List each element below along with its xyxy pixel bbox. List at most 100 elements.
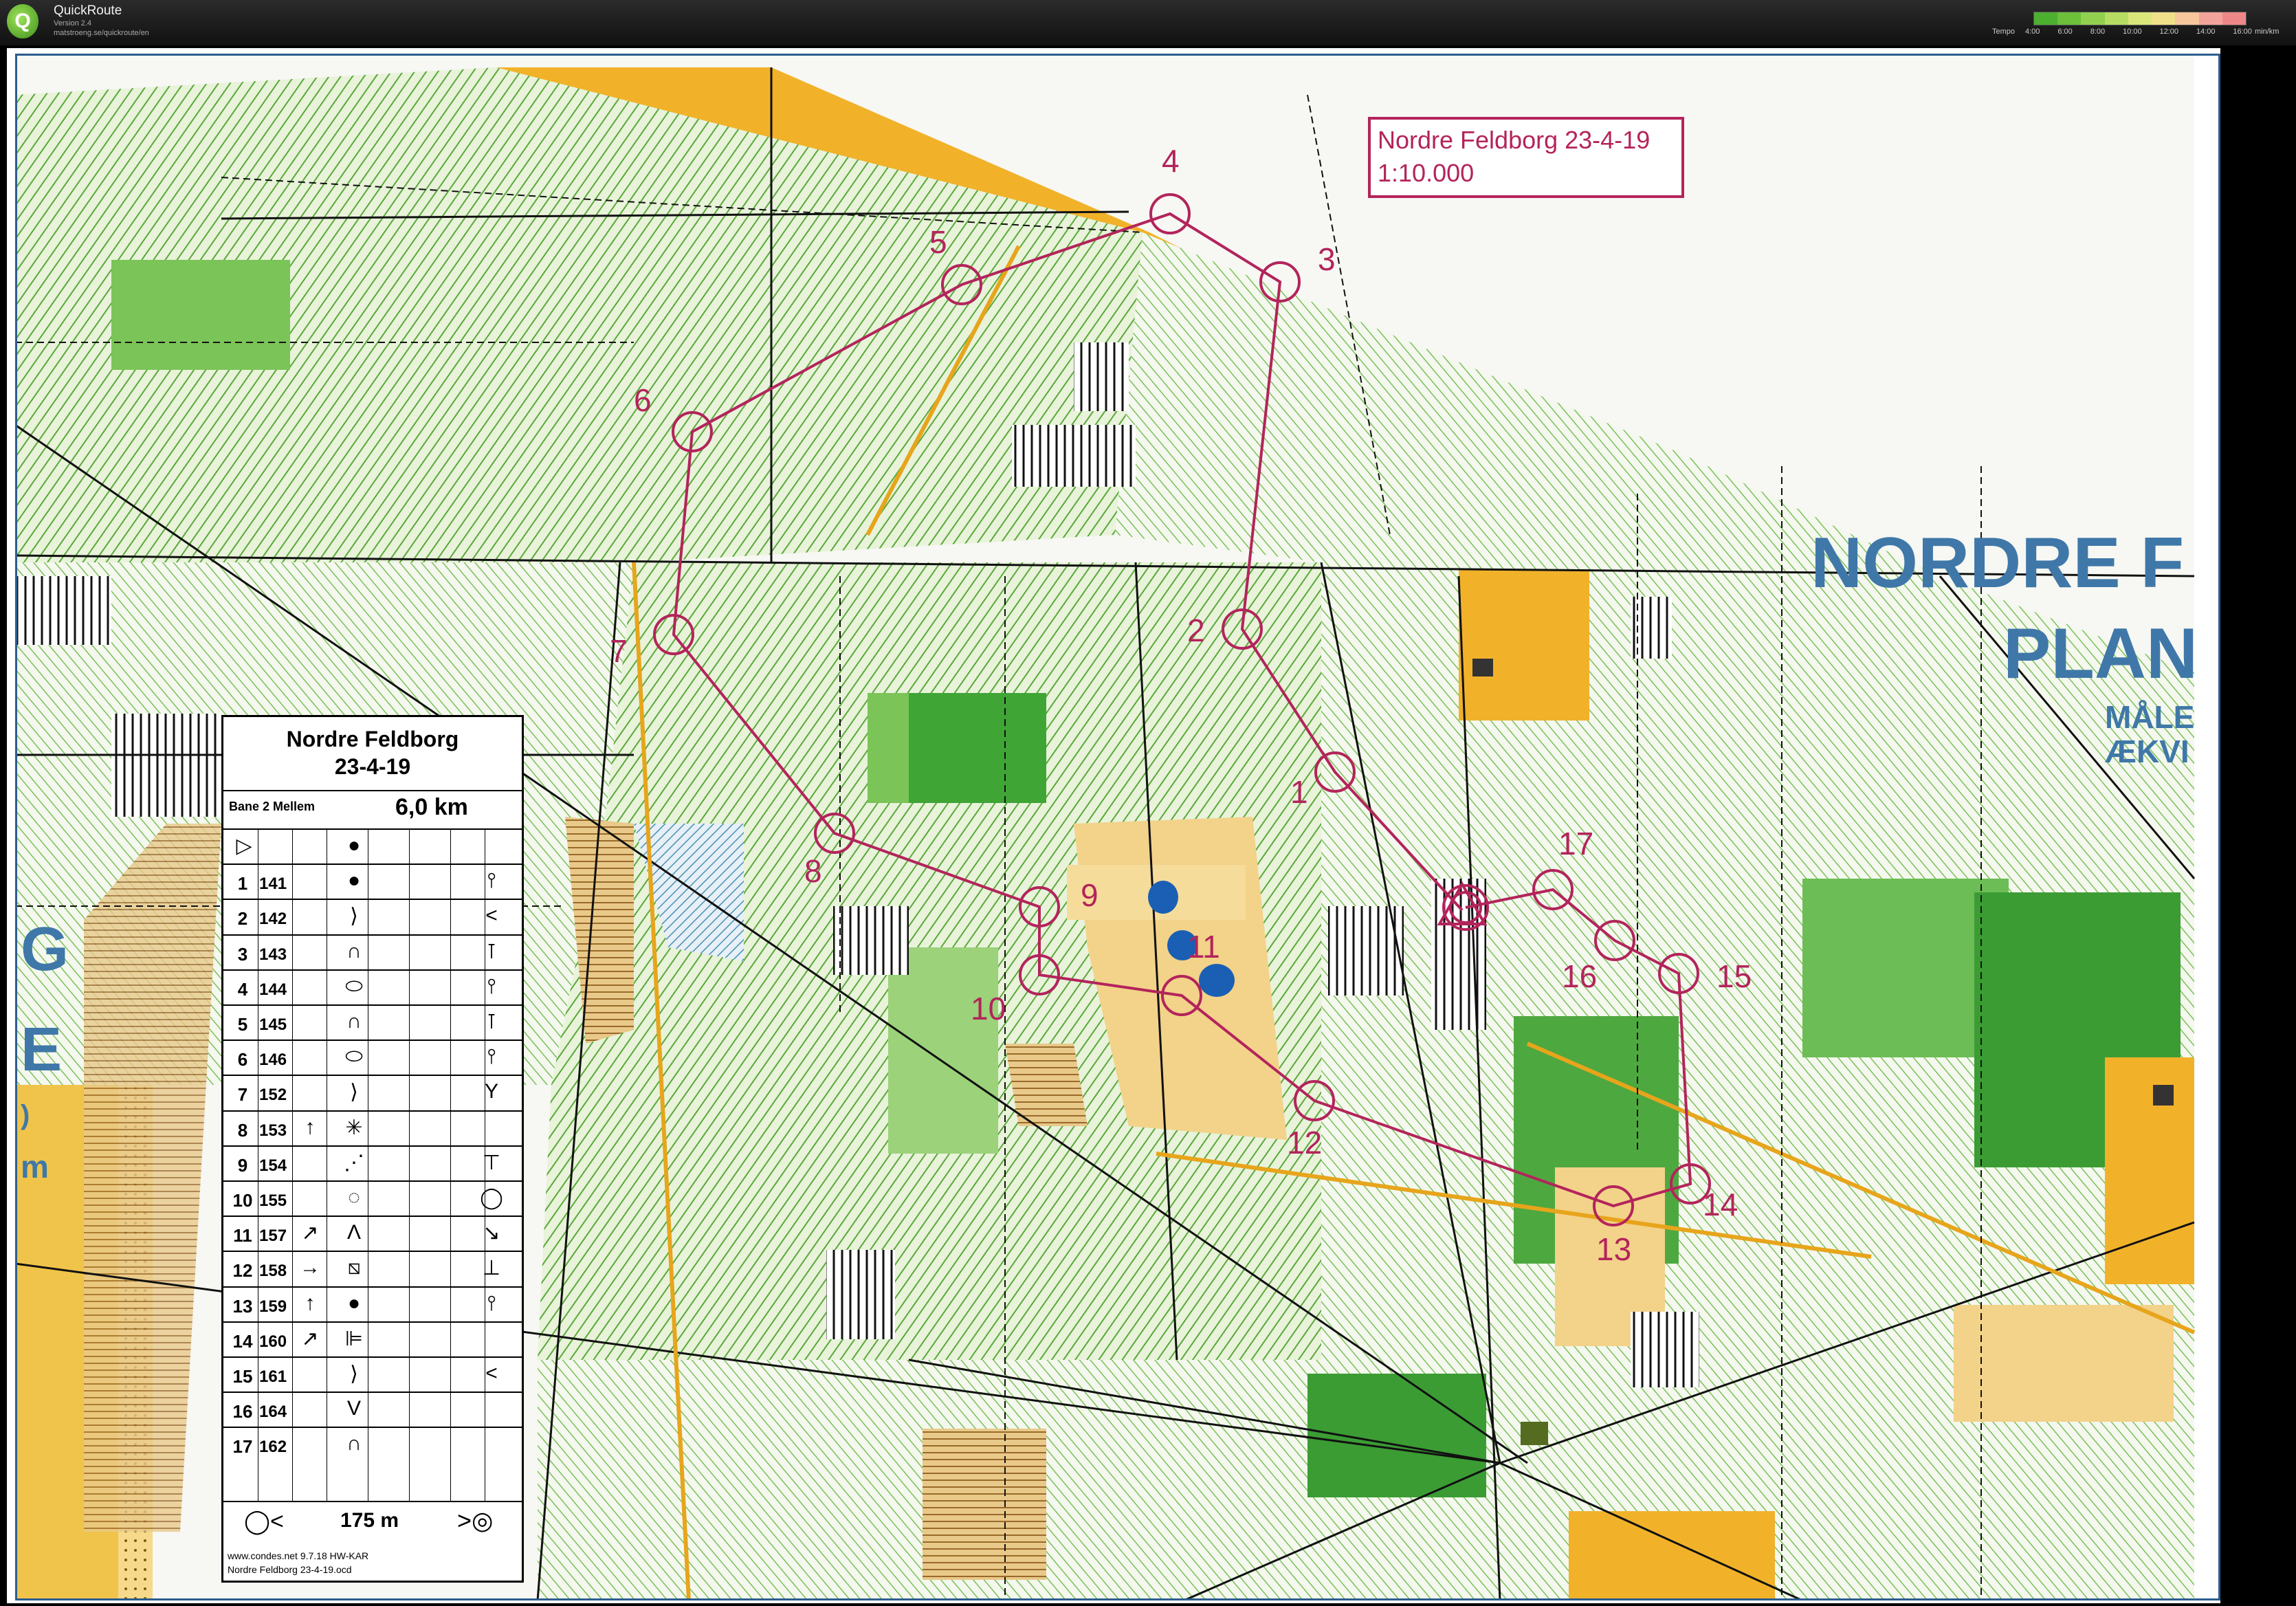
tempo-swatch	[2152, 12, 2176, 25]
legend-row-control-9: 9 154 ⋰ ⊤	[223, 1145, 522, 1182]
legend-row-control-8: 8 153 ↑ ✳	[223, 1110, 522, 1147]
legend-control-number: 11	[233, 1225, 252, 1246]
legend-control-code: 143	[259, 945, 287, 964]
legend-course-name: Bane 2 Mellem	[229, 800, 316, 813]
legend-detail-icon: <	[485, 904, 498, 927]
legend-detail-icon: ⫯	[487, 974, 496, 998]
legend-credit-file: Nordre Feldborg 23-4-19.ocd	[228, 1564, 352, 1575]
legend-detail-icon: ⫯	[487, 1045, 496, 1068]
finish-end-symbol-icon: >◎	[457, 1506, 494, 1534]
control-number-15: 15	[1717, 958, 1752, 994]
control-number-16: 16	[1562, 958, 1597, 994]
legend-control-code: 152	[259, 1086, 287, 1105]
tempo-color-scale	[2033, 12, 2247, 25]
legend-direction-icon: ↑	[305, 1115, 316, 1138]
legend-feature-icon: Λ	[346, 1221, 362, 1244]
legend-row-control-11: 11 157 ↗ Λ ↘	[223, 1216, 522, 1252]
legend-control-number: 17	[232, 1436, 253, 1458]
tempo-swatch	[2175, 12, 2199, 25]
control-number-7: 7	[610, 633, 628, 669]
legend-feature-icon: ●	[347, 834, 361, 857]
legend-feature-icon: ⊫	[344, 1327, 364, 1350]
tempo-tick: 10:00	[2123, 28, 2142, 36]
control-number-3: 3	[1318, 241, 1336, 277]
app-url[interactable]: matstroeng.se/quickroute/en	[54, 29, 149, 37]
legend-feature-icon: ◌	[348, 1186, 360, 1209]
legend-row-control-13: 13 159 ↑ ● ⫯	[223, 1286, 522, 1323]
legend-detail-icon: ↘	[483, 1222, 500, 1245]
tempo-swatch	[2081, 12, 2105, 25]
legend-direction-icon: ↗	[301, 1222, 319, 1245]
legend-control-code: 144	[259, 980, 287, 999]
legend-row-control-5: 5 145 ∩ ⊺	[223, 1004, 522, 1041]
legend-title: Nordre Feldborg 23-4-19	[286, 727, 459, 779]
legend-feature-icon: V	[346, 1397, 361, 1420]
legend-control-number: 15	[232, 1366, 253, 1387]
tempo-label: Tempo	[1992, 28, 2016, 36]
legend-control-code: 141	[259, 874, 287, 894]
legend-control-number: 4	[237, 978, 248, 1000]
legend-start-row: ▷ ●	[223, 828, 522, 865]
legend-feature-icon: ⧅	[347, 1256, 361, 1279]
legend-control-code: 154	[259, 1156, 287, 1175]
legend-credit-software: www.condes.net 9.7.18 HW-KAR	[228, 1550, 369, 1561]
control-number-1: 1	[1290, 774, 1308, 810]
control-number-5: 5	[929, 224, 947, 260]
app-version: Version 2.4	[54, 19, 92, 28]
control-number-13: 13	[1596, 1231, 1631, 1267]
legend-control-code: 142	[259, 910, 287, 929]
control-number-8: 8	[804, 853, 822, 889]
legend-control-number: 8	[237, 1119, 248, 1141]
control-number-4: 4	[1162, 143, 1180, 179]
tempo-ticks: 4:00 6:00 8:00 10:00 12:00 14:00 16:00	[2025, 28, 2252, 36]
legend-direction-icon: ↑	[305, 1291, 316, 1314]
legend-feature-icon: ●	[347, 1291, 361, 1314]
tempo-unit: min/km	[2255, 28, 2280, 36]
legend-control-code: 153	[259, 1121, 287, 1140]
legend-control-code: 164	[259, 1402, 287, 1422]
legend-row-control-12: 12 158 → ⧅ ⊥	[223, 1251, 522, 1287]
legend-row-control-7: 7 152 ⟩ Y	[223, 1075, 522, 1111]
tempo-swatch	[2128, 12, 2152, 25]
legend-control-number: 2	[237, 908, 248, 930]
map-title-scale: 1:10.000	[1378, 159, 1475, 187]
legend-control-number: 3	[237, 943, 248, 965]
map-title-line1: Nordre Feldborg 23-4-19	[1378, 126, 1651, 154]
start-triangle-icon: ▷	[236, 835, 252, 857]
map-scale-label: MÅLE	[2105, 699, 2195, 735]
legend-feature-icon: ∩	[346, 1432, 362, 1455]
tempo-swatch	[2198, 12, 2222, 25]
legend-finish-distance: 175 m	[340, 1509, 399, 1532]
legend-feature-icon: ∩	[346, 1010, 362, 1033]
legend-row-control-2: 2 142 ⟩ <	[223, 899, 522, 935]
legend-row-control-10: 10 155 ◌ ◯	[223, 1180, 522, 1217]
control-number-9: 9	[1081, 877, 1099, 913]
legend-detail-icon: ⊺	[486, 1011, 497, 1033]
legend-control-number: 5	[237, 1014, 248, 1035]
legend-row-control-17: 17 162 ∩	[223, 1427, 522, 1463]
legend-row-control-15: 15 161 ⟩ <	[223, 1356, 522, 1393]
legend-control-number: 16	[232, 1401, 253, 1422]
app-name: QuickRoute	[54, 3, 122, 18]
map-left-letter-g: G	[21, 915, 69, 984]
control-number-2: 2	[1187, 613, 1205, 648]
legend-control-number: 10	[232, 1190, 253, 1211]
legend-feature-icon: ⟩	[350, 1363, 358, 1385]
control-number-11: 11	[1187, 929, 1220, 965]
control-number-6: 6	[634, 382, 652, 418]
control-number-10: 10	[971, 991, 1006, 1026]
map-left-glyph: )	[21, 1100, 30, 1130]
legend-row-control-16: 16 164 V	[223, 1392, 522, 1428]
legend-control-number: 12	[232, 1260, 253, 1282]
legend-detail-icon: ⫯	[487, 1291, 496, 1314]
legend-detail-icon: ◯	[480, 1187, 503, 1209]
legend-feature-icon: ⋰	[344, 1151, 364, 1174]
tempo-tick: 14:00	[2196, 28, 2216, 36]
control-number-12: 12	[1287, 1125, 1322, 1160]
legend-row-control-1: 1 141 ● ⫯	[223, 864, 522, 900]
quickroute-logo-icon: Q	[7, 4, 38, 38]
legend-detail-icon: ⊥	[482, 1257, 501, 1280]
legend-detail-icon: Y	[484, 1080, 498, 1103]
map-left-letter-m: m	[21, 1149, 49, 1185]
title-bar: Q QuickRoute Version 2.4 matstroeng.se/q…	[0, 0, 2296, 45]
